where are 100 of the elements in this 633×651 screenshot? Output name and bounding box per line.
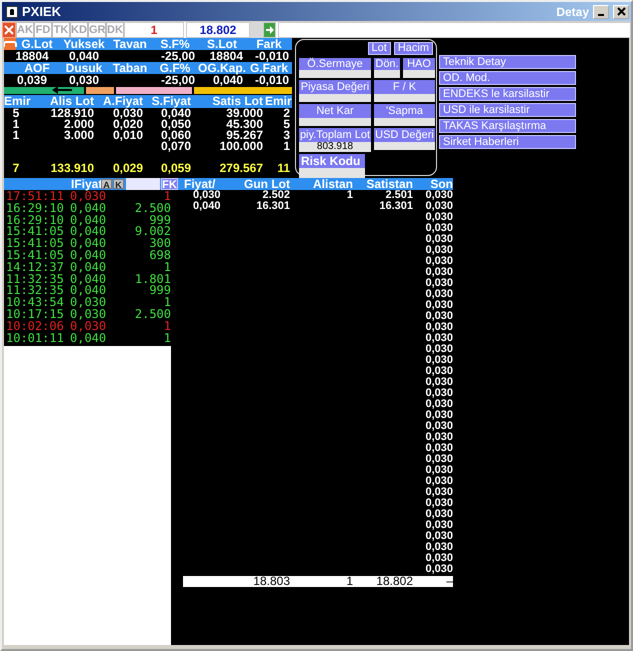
- menu-button[interactable]: USD ile karsilastir: [439, 103, 576, 117]
- menu-button[interactable]: Sirket Haberleri: [439, 135, 576, 149]
- table-cell: 0,030: [425, 233, 453, 245]
- table-cell: 0,030: [425, 321, 453, 333]
- time-cell-text: 10:01:11: [5, 332, 65, 344]
- stat-value: 0,039: [16, 73, 48, 87]
- column-header: Gun Lot: [243, 178, 290, 190]
- column-header: OG.Kap.: [198, 61, 246, 75]
- table-cell: 0,030: [425, 497, 453, 509]
- price-cell-text: 0,040: [70, 332, 108, 344]
- stat-value: -25,00: [160, 73, 195, 87]
- total-cell: 1: [346, 574, 353, 588]
- time-cell-text: 15:41:05: [5, 226, 65, 238]
- column-header: S.Lot: [207, 38, 237, 51]
- table-cell: 0,030: [425, 211, 453, 223]
- filter-button[interactable]: FK: [161, 178, 178, 190]
- column-header: G.F%: [160, 61, 190, 75]
- table-cell: 5: [283, 117, 290, 131]
- lot-cell-text: 1: [164, 297, 171, 309]
- arrow-right-icon[interactable]: [263, 22, 276, 38]
- table-cell: 0,030: [425, 552, 453, 564]
- table-cell: 95.267: [226, 128, 263, 142]
- price-cell-text: 0,040: [70, 226, 108, 238]
- table-cell: 0,030: [193, 189, 221, 201]
- table-cell: 1: [12, 117, 20, 131]
- stat-value: 18804: [15, 49, 49, 63]
- total-cell: –: [446, 574, 453, 588]
- stat-value: 0,040: [212, 73, 243, 87]
- column-header: S.Fiyat: [150, 95, 192, 108]
- field-label: HAO: [403, 58, 435, 70]
- column-header: Emir: [265, 95, 292, 108]
- column-header: IFiyat: [71, 177, 100, 191]
- column-header: S.F%: [160, 38, 190, 51]
- table-cell: 3: [283, 128, 290, 142]
- toggle-button[interactable]: Lot: [368, 42, 391, 55]
- table-cell: 0,030: [425, 398, 453, 410]
- table-cell: 0,030: [425, 475, 453, 487]
- column-header: G.Lot: [20, 38, 53, 51]
- lot-cell-text: 999: [149, 285, 171, 298]
- table-cell: 3.000: [64, 128, 94, 142]
- lot-cell-text: 2.500: [134, 308, 171, 321]
- table-cell: 0,030: [425, 442, 453, 454]
- table-cell: 1: [12, 128, 20, 142]
- lot-cell-text: 1: [162, 262, 171, 274]
- column-header: G.Fark: [250, 61, 288, 75]
- total-cell: 0,029: [112, 161, 143, 175]
- table-cell: 0,030: [425, 409, 453, 421]
- window-title: PXIEK: [22, 4, 62, 19]
- time-cell-text: 16:29:10: [5, 202, 65, 215]
- table-cell: 0,030: [425, 486, 453, 498]
- time-cell-text: 15:41:05: [5, 250, 65, 262]
- close-button[interactable]: [613, 4, 629, 18]
- menu-button[interactable]: Teknik Detay: [439, 55, 576, 69]
- time-cell-text: 11:32:35: [5, 285, 65, 298]
- price-cell-text: 0,040: [70, 214, 108, 226]
- stat-value: 0,040: [68, 49, 100, 63]
- table-cell: 0,030: [425, 332, 453, 344]
- total-cell: 279.567: [220, 161, 263, 175]
- table-cell: 2: [283, 106, 290, 120]
- filter-field[interactable]: [126, 178, 160, 190]
- field-label: Piyasa Değeri: [299, 80, 371, 94]
- toggle-button[interactable]: A: [101, 179, 112, 189]
- menu-button[interactable]: ENDEKS le karsilastir: [439, 87, 576, 101]
- menu-button[interactable]: OD. Mod.: [439, 71, 576, 85]
- table-cell: 0,030: [425, 519, 453, 531]
- value-field: [299, 94, 371, 102]
- field-label: Ö.Sermaye: [299, 58, 371, 70]
- toggle-button[interactable]: K: [113, 179, 124, 189]
- field-label: F / K: [374, 80, 435, 94]
- lot-cell-text: 1: [162, 191, 171, 203]
- menu-button[interactable]: TAKAS Karşılaştırma: [439, 119, 576, 133]
- table-cell: 2.000: [64, 117, 94, 131]
- lot-cell-text: 999: [149, 214, 171, 226]
- value-field: 803.918: [299, 142, 371, 152]
- price-cell-text: 0,030: [70, 320, 108, 333]
- close-icon[interactable]: [2, 22, 16, 38]
- time-cell-text: 15:41:05: [5, 238, 65, 250]
- table-cell: 0,030: [425, 255, 453, 267]
- table-cell: 45.300: [226, 117, 263, 131]
- value-field: [374, 70, 400, 78]
- total-cell: 133.910: [50, 161, 94, 175]
- stat-value: -0,010: [254, 49, 289, 63]
- input-field[interactable]: [278, 22, 631, 38]
- column-header: Fiyat/: [183, 178, 216, 190]
- table-cell: 2.501: [385, 189, 413, 201]
- table-cell: 0,030: [425, 420, 453, 432]
- total-cell: 11: [277, 161, 290, 175]
- price-field[interactable]: 18.802: [186, 22, 250, 38]
- column-header: Alis Lot: [49, 95, 95, 108]
- price-cell-text: 0,040: [70, 202, 108, 215]
- column-header: AOF: [23, 61, 50, 75]
- time-cell-text: 10:17:15: [5, 308, 65, 321]
- table-cell: 0,030: [425, 277, 453, 289]
- value-field: [299, 70, 371, 78]
- time-cell-text: 10:43:54: [5, 297, 65, 309]
- toggle-button[interactable]: Hacim: [394, 42, 433, 55]
- lot-field[interactable]: 1: [124, 22, 184, 38]
- table-cell: 1: [346, 189, 353, 201]
- minimize-button[interactable]: [593, 4, 609, 18]
- table-cell: 128.910: [50, 106, 94, 120]
